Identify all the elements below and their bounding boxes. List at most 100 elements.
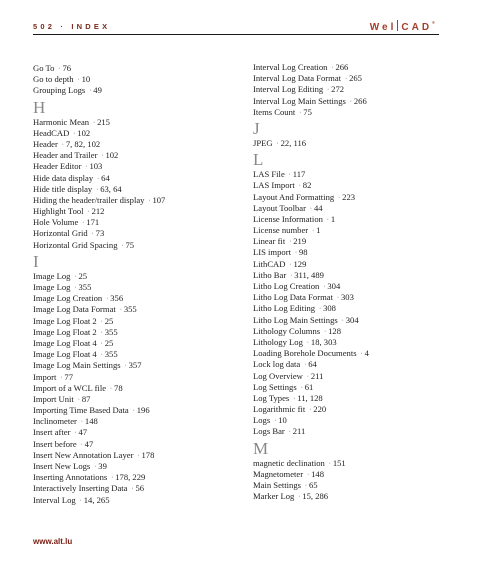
page-references[interactable]: 61 [305,382,314,392]
page-references[interactable]: 44 [314,203,323,213]
page-references[interactable]: 47 [78,427,87,437]
index-entry: Lock log data · 64 [253,359,468,370]
index-term: LithCAD [253,258,286,269]
page-references[interactable]: 77 [64,372,73,382]
section-letter: I [33,251,39,271]
page-references[interactable]: 266 [354,96,367,106]
page-references[interactable]: 4 [365,348,369,358]
page-references[interactable]: 211 [311,371,324,381]
page-references[interactable]: 56 [136,483,145,493]
page-references[interactable]: 75 [303,107,312,117]
page-references[interactable]: 178 [141,450,154,460]
page-references[interactable]: 73 [96,228,105,238]
index-term: Litho Log Editing [253,303,316,314]
page-references[interactable]: 212 [92,206,105,216]
page-references[interactable]: 63, 64 [100,184,121,194]
page-references[interactable]: 64 [308,359,317,369]
page-references[interactable]: 87 [82,394,91,404]
page-references[interactable]: 25 [105,338,114,348]
separator-dot: · [289,239,292,246]
separator-dot: · [274,418,277,425]
page-references[interactable]: 47 [85,439,94,449]
index-entry: Interval Log Creation · 266 [253,62,468,73]
page-references[interactable]: 7, 82, 102 [66,139,100,149]
index-term: Horizontal Grid Spacing [33,239,118,250]
index-term: Header Editor [33,161,82,172]
page-references[interactable]: 107 [152,195,165,205]
index-term: Import Unit [33,393,74,404]
page-references[interactable]: 355 [124,304,137,314]
separator-dot: · [89,88,92,95]
separator-dot: · [60,374,63,381]
page-references[interactable]: 311, 489 [294,270,324,280]
page-references[interactable]: 128 [328,326,341,336]
page-references[interactable]: 308 [323,303,336,313]
page-references[interactable]: 25 [78,271,87,281]
page-references[interactable]: 25 [105,316,114,326]
separator-dot: · [137,452,140,459]
page-references[interactable]: 266 [335,62,348,72]
index-term: Lithology Columns [253,325,321,336]
page-references[interactable]: 356 [110,293,123,303]
index-entry: Insert after · 47 [33,427,248,438]
page-references[interactable]: 18, 303 [311,337,337,347]
page-references[interactable]: 1 [331,214,335,224]
page-references[interactable]: 304 [327,281,340,291]
page-references[interactable]: 220 [313,404,326,414]
section-letter: J [253,118,260,138]
page-references[interactable]: 196 [137,405,150,415]
index-entry: Header Editor · 103 [33,161,248,172]
page-references[interactable]: 49 [93,85,102,95]
index-entry: LithCAD · 129 [253,259,468,270]
index-term: Image Log [33,270,71,281]
page-references[interactable]: 39 [98,461,107,471]
page-references[interactable]: 76 [62,63,71,73]
page-references[interactable]: 75 [126,240,135,250]
page-references[interactable]: 78 [114,383,123,393]
page-references[interactable]: 82 [303,180,312,190]
page-references[interactable]: 355 [78,282,91,292]
page-references[interactable]: 129 [293,259,306,269]
page-references[interactable]: 211 [293,426,306,436]
website-link[interactable]: www.alt.lu [33,537,72,546]
index-term: Inclinometer [33,416,77,427]
index-entry: Grouping Logs · 49 [33,85,248,96]
index-entry: Image Log Creation · 356 [33,293,248,304]
page-references[interactable]: 98 [299,247,308,257]
page-references[interactable]: 171 [86,217,99,227]
index-term: Insert before [33,438,77,449]
page-references[interactable]: 355 [105,349,118,359]
index-term: Lithology Log [253,336,303,347]
page-references[interactable]: 14, 265 [84,495,110,505]
separator-dot: · [306,373,309,380]
page-references[interactable]: 22, 116 [281,138,306,148]
page-references[interactable]: 219 [293,236,306,246]
page-references[interactable]: 102 [105,150,118,160]
page-references[interactable]: 215 [97,117,110,127]
page-references[interactable]: 1 [316,225,320,235]
page-references[interactable]: 15, 286 [302,491,328,501]
page-references[interactable]: 10 [278,415,287,425]
page-references[interactable]: 223 [342,192,355,202]
page-references[interactable]: 148 [311,469,324,479]
page-references[interactable]: 117 [293,169,306,179]
page-references[interactable]: 151 [333,458,346,468]
index-entry: Image Log Float 4 · 355 [33,349,248,360]
page-references[interactable]: 11, 128 [297,393,322,403]
page-references[interactable]: 272 [331,84,344,94]
index-term: HeadCAD [33,127,70,138]
page-references[interactable]: 65 [309,480,318,490]
separator-dot: · [304,362,307,369]
page-references[interactable]: 148 [85,416,98,426]
index-term: Hole Volume [33,217,79,228]
page-references[interactable]: 103 [89,161,102,171]
page-references[interactable]: 357 [129,360,142,370]
page-references[interactable]: 304 [346,315,359,325]
page-references[interactable]: 102 [77,128,90,138]
page-references[interactable]: 303 [341,292,354,302]
page-references[interactable]: 64 [101,173,110,183]
page-references[interactable]: 10 [82,74,91,84]
page-references[interactable]: 178, 229 [115,472,145,482]
page-references[interactable]: 265 [349,73,362,83]
page-references[interactable]: 355 [105,327,118,337]
